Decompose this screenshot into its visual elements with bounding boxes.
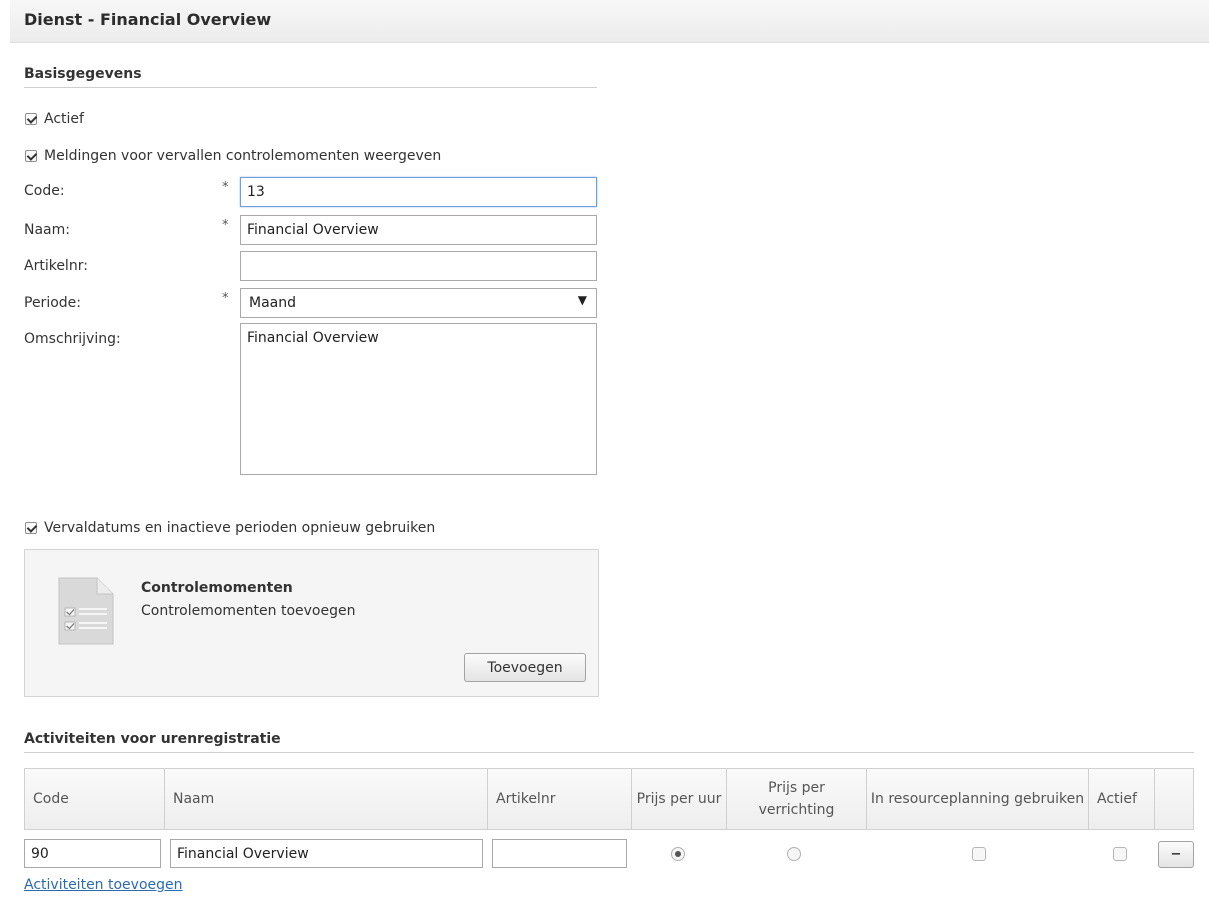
section-title-basisgegevens: Basisgegevens <box>24 66 142 82</box>
add-activity-link[interactable]: Activiteiten toevoegen <box>24 877 183 893</box>
required-marker: * <box>222 180 229 195</box>
page-title: Dienst - Financial Overview <box>24 10 272 29</box>
section-divider <box>24 87 597 88</box>
prijs-per-uur-radio[interactable] <box>671 847 685 861</box>
checklist-document-icon <box>58 577 114 645</box>
notify-checkbox[interactable] <box>25 150 37 162</box>
reuse-label: Vervaldatums en inactieve perioden opnie… <box>44 520 436 536</box>
notify-label: Meldingen voor vervallen controlemomente… <box>44 148 442 164</box>
omschrijving-textarea[interactable]: Financial Overview <box>240 323 597 475</box>
dropdown-arrow-icon: ▼ <box>577 293 587 307</box>
reuse-checkbox[interactable] <box>25 522 37 534</box>
title-bar: Dienst - Financial Overview <box>10 0 1209 43</box>
activity-code-input[interactable] <box>24 839 161 868</box>
activities-table-header: Code Naam Artikelnr Prijs per uur Prijs … <box>24 768 1194 830</box>
column-header-code: Code <box>25 769 165 829</box>
omschrijving-label: Omschrijving: <box>24 331 121 347</box>
section-title-activiteiten: Activiteiten voor urenregistratie <box>24 731 281 747</box>
controlemomenten-subtitle: Controlemomenten toevoegen <box>141 603 356 619</box>
activity-artikelnr-input[interactable] <box>492 839 627 868</box>
artikelnr-label: Artikelnr: <box>24 258 88 274</box>
remove-activity-button[interactable]: − <box>1158 841 1194 868</box>
toevoegen-button[interactable]: Toevoegen <box>464 653 586 682</box>
section-divider <box>24 752 1194 753</box>
code-label: Code: <box>24 183 65 199</box>
periode-label: Periode: <box>24 295 81 311</box>
code-input[interactable] <box>240 177 597 207</box>
controlemomenten-title: Controlemomenten <box>141 580 293 596</box>
resourceplanning-checkbox[interactable] <box>972 847 986 861</box>
required-marker: * <box>222 291 229 306</box>
required-marker: * <box>222 218 229 233</box>
controlemomenten-panel: Controlemomenten Controlemomenten toevoe… <box>24 549 599 697</box>
naam-input[interactable] <box>240 215 597 245</box>
column-header-actief: Actief <box>1089 769 1155 829</box>
column-header-naam: Naam <box>165 769 488 829</box>
periode-select[interactable]: Maand ▼ <box>240 288 597 318</box>
actief-checkbox[interactable] <box>25 113 37 125</box>
column-header-resourceplanning: In resourceplanning gebruiken <box>867 769 1089 829</box>
periode-selected-value: Maand <box>249 295 296 311</box>
naam-label: Naam: <box>24 222 70 238</box>
column-header-prijs-per-uur: Prijs per uur <box>632 769 727 829</box>
prijs-per-verrichting-radio[interactable] <box>787 847 801 861</box>
actief-label: Actief <box>44 111 84 127</box>
artikelnr-input[interactable] <box>240 251 597 281</box>
column-header-prijs-per-verrichting: Prijs per verrichting <box>727 769 867 829</box>
activity-actief-checkbox[interactable] <box>1113 847 1127 861</box>
column-header-artikelnr: Artikelnr <box>488 769 632 829</box>
activity-naam-input[interactable] <box>170 839 483 868</box>
